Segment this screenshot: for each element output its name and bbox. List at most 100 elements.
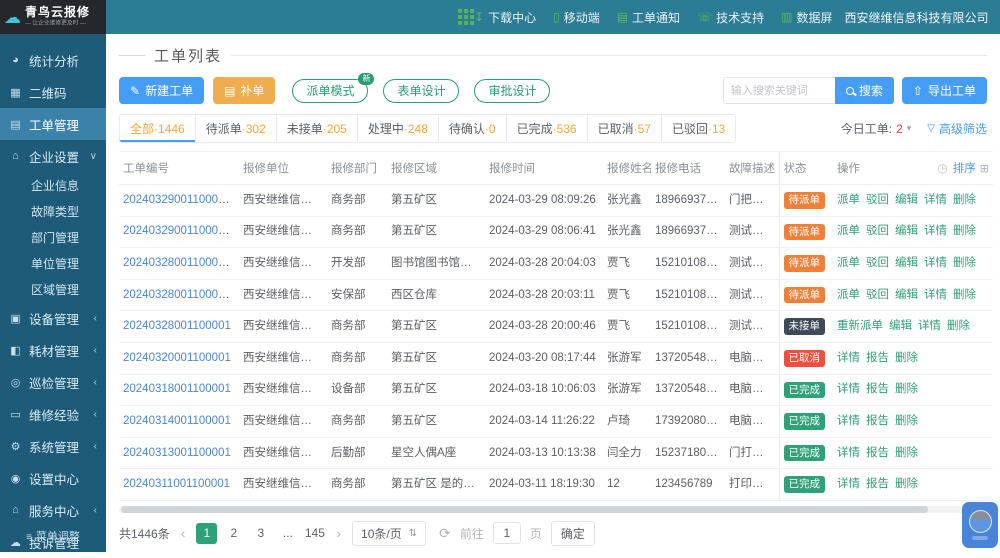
op-link[interactable]: 删除 xyxy=(953,194,976,206)
status-tab[interactable]: 未接单·205 xyxy=(277,115,358,142)
op-link[interactable]: 删除 xyxy=(953,225,976,237)
sidebar-item[interactable]: ▣ 设备管理 ‹ xyxy=(0,302,106,334)
op-link[interactable]: 删除 xyxy=(895,415,918,427)
op-link[interactable]: 详情 xyxy=(837,352,860,364)
sidebar-item[interactable]: 区域管理 xyxy=(0,276,106,302)
sidebar-item[interactable]: ▭ 维修经验 ‹ xyxy=(0,398,106,430)
today-orders-dropdown[interactable]: 今日工单: 2 ▾ xyxy=(841,120,912,137)
op-link[interactable]: 编辑 xyxy=(895,225,918,237)
sidebar-item[interactable]: ▤ 工单管理 xyxy=(0,108,106,140)
op-link[interactable]: 删除 xyxy=(895,352,918,364)
page-number[interactable]: 2 xyxy=(223,523,244,544)
sidebar-item[interactable]: ⚙ 系统管理 ‹ xyxy=(0,430,106,462)
sidebar-item[interactable]: 单位管理 xyxy=(0,250,106,276)
status-tab[interactable]: 全部·1446 xyxy=(120,115,196,142)
horizontal-scrollbar[interactable] xyxy=(119,506,987,513)
sidebar-item[interactable]: ◧ 耗材管理 ‹ xyxy=(0,334,106,366)
app-logo[interactable]: ☁ 青鸟云报修 — 让企业维修更及时 — xyxy=(0,0,106,34)
order-id-link[interactable]: 20240328001100001 xyxy=(123,320,231,332)
refresh-icon[interactable]: ⟳ xyxy=(439,525,451,542)
order-id-link[interactable]: 20240320001100001 xyxy=(123,352,231,364)
next-page-button[interactable]: › xyxy=(334,525,343,541)
op-link[interactable]: 详情 xyxy=(918,320,941,332)
op-link[interactable]: 驳回 xyxy=(866,257,889,269)
sidebar-item[interactable]: ◕ 统计分析 xyxy=(0,44,106,76)
top-nav-item[interactable]: ☏ 技术支持 xyxy=(697,9,764,26)
order-id-link[interactable]: 20240311001100001 xyxy=(123,478,230,490)
sidebar-item[interactable]: 部门管理 xyxy=(0,224,106,250)
sidebar-item[interactable]: 故障类型 xyxy=(0,198,106,224)
page-number[interactable]: 1 xyxy=(196,523,217,544)
menu-adjust-button[interactable]: ≡菜单调整 xyxy=(0,528,106,544)
approval-design-button[interactable]: 审批设计 xyxy=(474,79,550,103)
op-link[interactable]: 报告 xyxy=(866,478,889,490)
status-tab[interactable]: 待派单·302 xyxy=(196,115,277,142)
op-link[interactable]: 详情 xyxy=(924,257,947,269)
op-link[interactable]: 详情 xyxy=(924,225,947,237)
op-link[interactable]: 报告 xyxy=(866,415,889,427)
op-link[interactable]: 编辑 xyxy=(895,194,918,206)
order-id-link[interactable]: 20240329001100001 xyxy=(123,225,231,237)
op-link[interactable]: 重新派单 xyxy=(837,320,883,332)
op-link[interactable]: 详情 xyxy=(924,289,947,301)
op-link[interactable]: 删除 xyxy=(895,447,918,459)
op-link[interactable]: 详情 xyxy=(924,194,947,206)
apps-grid-icon[interactable] xyxy=(458,9,474,25)
op-link[interactable]: 删除 xyxy=(895,478,918,490)
op-link[interactable]: 删除 xyxy=(895,383,918,395)
search-input[interactable] xyxy=(723,77,835,104)
new-order-button[interactable]: ✎ 新建工单 xyxy=(119,77,204,104)
order-id-link[interactable]: 20240328001100003 xyxy=(123,289,231,301)
status-tab[interactable]: 待确认·0 xyxy=(439,115,507,142)
export-orders-button[interactable]: ⇧ 导出工单 xyxy=(902,77,987,104)
op-link[interactable]: 报告 xyxy=(866,383,889,395)
supplement-order-button[interactable]: ▤ 补单 xyxy=(213,77,275,104)
op-link[interactable]: 详情 xyxy=(837,478,860,490)
order-id-link[interactable]: 20240329001100002 xyxy=(123,194,231,206)
advanced-filter-button[interactable]: ▽ 高级筛选 xyxy=(927,120,987,137)
page-number[interactable]: ... xyxy=(277,523,298,544)
dispatch-mode-button[interactable]: 派单模式 新 xyxy=(292,79,368,103)
status-tab[interactable]: 已驳回·13 xyxy=(662,115,735,142)
page-number[interactable]: 145 xyxy=(304,523,325,544)
op-link[interactable]: 报告 xyxy=(866,352,889,364)
goto-page-input[interactable] xyxy=(493,522,521,544)
op-link[interactable]: 编辑 xyxy=(889,320,912,332)
op-link[interactable]: 编辑 xyxy=(895,289,918,301)
op-link[interactable]: 驳回 xyxy=(866,194,889,206)
top-nav-item[interactable]: ▥ 数据屏 xyxy=(781,9,832,26)
form-design-button[interactable]: 表单设计 xyxy=(383,79,459,103)
floating-helper-widget[interactable] xyxy=(962,502,998,548)
op-link[interactable]: 派单 xyxy=(837,257,860,269)
status-tab[interactable]: 已取消·57 xyxy=(588,115,662,142)
sidebar-item[interactable]: ⌂ 服务中心 ‹ xyxy=(0,494,106,526)
op-link[interactable]: 驳回 xyxy=(866,289,889,301)
scrollbar-thumb[interactable] xyxy=(121,506,928,513)
status-tab[interactable]: 已完成·536 xyxy=(507,115,588,142)
page-number[interactable]: 3 xyxy=(250,523,271,544)
sidebar-item[interactable]: ⌂ 企业设置 ∨ xyxy=(0,140,106,172)
top-nav-item[interactable]: ↧ 下载中心 xyxy=(474,9,536,26)
op-link[interactable]: 删除 xyxy=(947,320,970,332)
op-link[interactable]: 报告 xyxy=(866,447,889,459)
sidebar-item[interactable]: ◉ 设置中心 xyxy=(0,462,106,494)
status-tab[interactable]: 处理中·248 xyxy=(358,115,439,142)
sidebar-item[interactable]: ▦ 二维码 xyxy=(0,76,106,108)
order-id-link[interactable]: 20240313001100001 xyxy=(123,447,231,459)
op-link[interactable]: 详情 xyxy=(837,415,860,427)
order-id-link[interactable]: 20240318001100001 xyxy=(123,383,231,395)
sidebar-item[interactable]: ◎ 巡检管理 ‹ xyxy=(0,366,106,398)
op-link[interactable]: 删除 xyxy=(953,257,976,269)
external-icon[interactable]: ⊞ xyxy=(980,162,989,175)
op-link[interactable]: 派单 xyxy=(837,225,860,237)
op-link[interactable]: 详情 xyxy=(837,447,860,459)
order-id-link[interactable]: 20240328001100004 xyxy=(123,257,231,269)
page-size-select[interactable]: 10条/页 ⇅ xyxy=(352,521,426,546)
op-link[interactable]: 删除 xyxy=(953,289,976,301)
op-link[interactable]: 编辑 xyxy=(895,257,918,269)
top-nav-item[interactable]: ▤ 工单通知 xyxy=(617,9,680,26)
order-id-link[interactable]: 20240314001100001 xyxy=(123,415,231,427)
prev-page-button[interactable]: ‹ xyxy=(179,525,188,541)
op-link[interactable]: 详情 xyxy=(837,383,860,395)
search-button[interactable]: 搜索 xyxy=(835,77,894,104)
